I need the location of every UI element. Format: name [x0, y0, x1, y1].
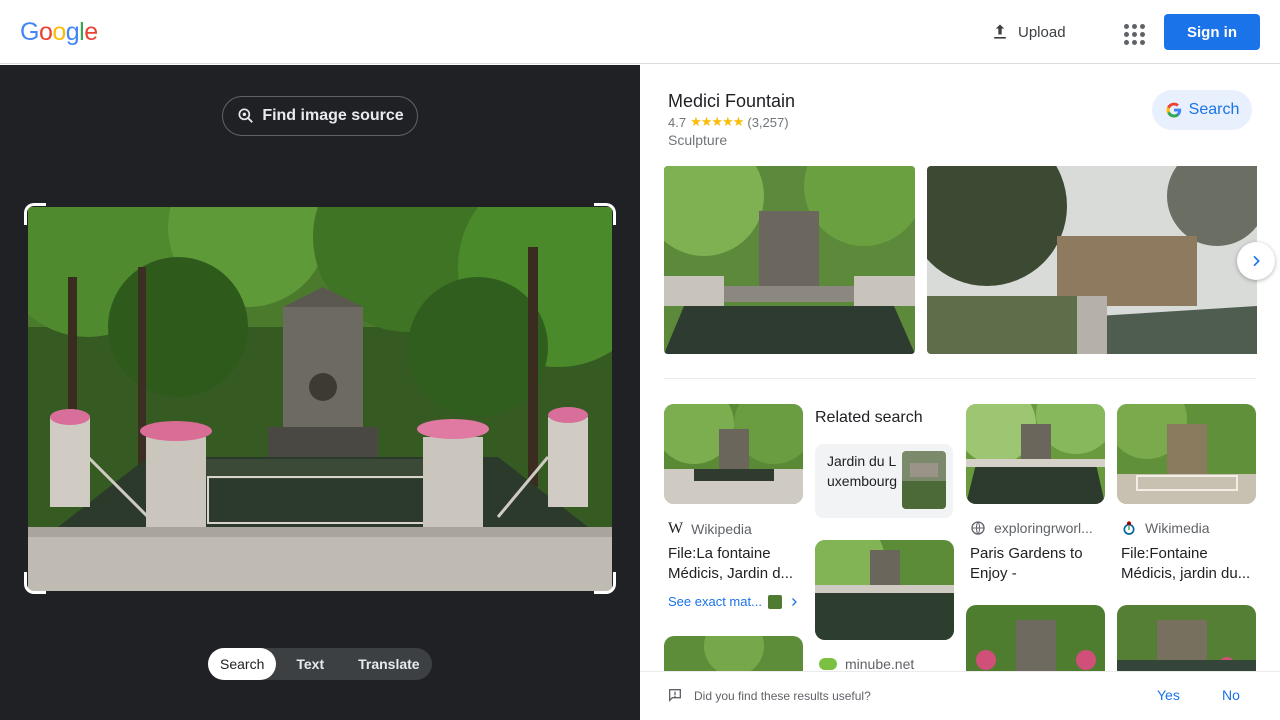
- lens-image-panel: Find image source Search Text Translate: [0, 65, 640, 720]
- find-image-source-button[interactable]: Find image source: [222, 96, 418, 136]
- google-search-button[interactable]: Search: [1152, 90, 1252, 130]
- see-exact-matches-link[interactable]: See exact mat...: [668, 594, 800, 609]
- section-divider: [664, 378, 1256, 379]
- google-g-icon: [1166, 102, 1181, 118]
- review-count: (3,257): [747, 114, 789, 130]
- related-search-chip[interactable]: Jardin du Luxembourg: [815, 444, 953, 518]
- result-title-1[interactable]: File:La fontaine Médicis, Jardin d...: [668, 544, 798, 584]
- lens-search-icon: [238, 108, 254, 123]
- result-thumbnail-1[interactable]: [664, 404, 803, 504]
- result-thumbnail-7[interactable]: [1117, 605, 1256, 675]
- wikipedia-icon: W: [668, 520, 684, 537]
- chevron-right-icon: [791, 597, 797, 606]
- crop-corner-top-right[interactable]: [594, 203, 616, 225]
- tab-text[interactable]: Text: [276, 648, 336, 680]
- lens-mode-tabs: Search Text Translate: [208, 648, 432, 680]
- feedback-no-button[interactable]: No: [1222, 687, 1240, 703]
- upload-button[interactable]: Upload: [990, 18, 1066, 46]
- hero-image-2[interactable]: [927, 166, 1257, 354]
- tab-translate[interactable]: Translate: [336, 648, 431, 680]
- source-name: minube.net: [845, 656, 915, 672]
- find-image-source-label: Find image source: [262, 107, 404, 124]
- result-thumbnail-5[interactable]: [664, 636, 803, 676]
- google-apps-button[interactable]: [1118, 18, 1146, 46]
- top-header: Google Upload Sign in: [0, 0, 1280, 64]
- upload-icon: [994, 24, 1006, 39]
- upload-label: Upload: [1018, 23, 1066, 41]
- source-name: Wikimedia: [1145, 520, 1210, 536]
- result-thumbnail-4[interactable]: [1117, 404, 1256, 504]
- results-panel: Medici Fountain 4.7 ★★★★★ (3,257) Sculpt…: [640, 65, 1280, 720]
- hero-image-1[interactable]: [664, 166, 915, 354]
- related-search-heading: Related search: [815, 409, 923, 426]
- entity-type: Sculpture: [668, 132, 728, 148]
- see-exact-label: See exact mat...: [668, 594, 762, 609]
- chevron-right-icon: [1253, 255, 1260, 267]
- result-source-2[interactable]: minube.net: [819, 656, 914, 672]
- feedback-question: Did you find these results useful?: [694, 689, 871, 703]
- crop-corner-top-left[interactable]: [24, 203, 46, 225]
- tab-search[interactable]: Search: [208, 648, 277, 680]
- rating-row: 4.7 ★★★★★ (3,257): [668, 114, 789, 130]
- result-source-4[interactable]: Wikimedia: [1121, 520, 1210, 536]
- result-title-4[interactable]: File:Fontaine Médicis, jardin du...: [1121, 544, 1253, 584]
- source-name: exploringrworl...: [994, 520, 1093, 536]
- wikimedia-icon: [1123, 521, 1135, 535]
- crop-corner-bottom-left[interactable]: [24, 572, 46, 594]
- related-search-image: [902, 451, 946, 509]
- sign-in-button[interactable]: Sign in: [1164, 14, 1260, 50]
- feedback-yes-button[interactable]: Yes: [1157, 687, 1180, 703]
- globe-icon: [971, 521, 985, 535]
- result-source-1[interactable]: W Wikipedia: [668, 520, 752, 538]
- minube-icon: [819, 658, 837, 670]
- result-thumbnail-3[interactable]: [966, 404, 1105, 504]
- crop-corner-bottom-right[interactable]: [594, 572, 616, 594]
- result-title-3[interactable]: Paris Gardens to Enjoy -: [970, 544, 1100, 584]
- google-logo[interactable]: Google: [20, 18, 98, 47]
- related-search-text: Jardin du Luxembourg: [827, 453, 898, 489]
- rating-value: 4.7: [668, 114, 687, 130]
- search-button-label: Search: [1188, 101, 1240, 118]
- result-thumbnail-2[interactable]: [815, 540, 954, 640]
- apps-grid-icon: [1124, 24, 1129, 29]
- result-thumbnail-6[interactable]: [966, 605, 1105, 675]
- result-source-3[interactable]: exploringrworl...: [970, 520, 1093, 536]
- knowledge-panel-title: Medici Fountain: [668, 91, 796, 111]
- source-name: Wikipedia: [691, 521, 752, 537]
- rating-stars-icon: ★★★★★: [690, 114, 744, 129]
- uploaded-image[interactable]: [28, 207, 612, 591]
- feedback-bar: Did you find these results useful? Yes N…: [640, 671, 1280, 720]
- feedback-icon: [669, 689, 681, 702]
- exact-match-thumb: [767, 594, 782, 609]
- carousel-next-button[interactable]: [1237, 242, 1275, 280]
